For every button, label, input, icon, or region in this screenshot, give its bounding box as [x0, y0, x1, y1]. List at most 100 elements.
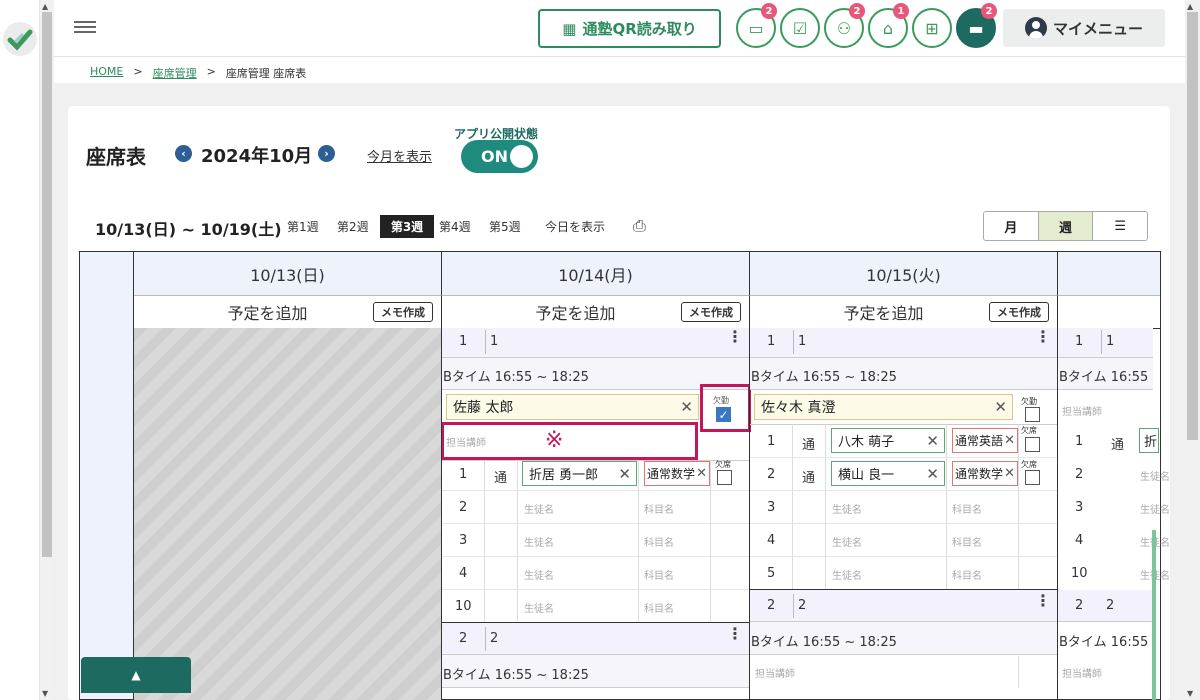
subject-placeholder[interactable]: 科目名 [644, 567, 674, 582]
period-label: Bタイム 16:55 ~ 18:25 [443, 668, 589, 683]
subject-placeholder[interactable]: 科目名 [644, 534, 674, 549]
breadcrumb-home[interactable]: HOME [90, 65, 123, 81]
teacher-placeholder[interactable]: 担当講師 [1062, 403, 1102, 418]
memo-button-mon[interactable]: メモ作成 [681, 302, 741, 322]
remove-subject-icon[interactable]: ✕ [1004, 466, 1015, 481]
period-label: Bタイム 16:55 [1059, 635, 1149, 650]
memo-button-sun[interactable]: メモ作成 [373, 302, 433, 322]
room-number: 1 [767, 334, 776, 349]
seat-no: 2 [767, 467, 776, 482]
teacher-chip-tue[interactable]: 佐々木 真澄 ✕ [754, 394, 1013, 420]
remove-student-icon[interactable]: ✕ [618, 465, 631, 483]
student-placeholder[interactable]: 生徒名 [524, 567, 554, 582]
absent-label: 欠勤 [713, 396, 729, 405]
remove-teacher-icon[interactable]: ✕ [680, 398, 693, 416]
message-badge: 2 [761, 3, 777, 19]
note-mark: ※ [545, 428, 564, 453]
more-options-icon[interactable]: ⋮ [727, 626, 743, 642]
student-placeholder[interactable]: 生徒名 [832, 534, 862, 549]
student-placeholder[interactable]: 生徒名 [524, 600, 554, 615]
student-chip[interactable]: 折居 勇一郎 ✕ [522, 461, 637, 486]
remove-subject-icon[interactable]: ✕ [696, 466, 707, 481]
week-5-tab[interactable]: 第5週 [489, 218, 521, 235]
hamburger-menu-icon[interactable] [74, 18, 96, 36]
add-schedule-row-wed [1058, 296, 1160, 329]
subject-placeholder[interactable]: 科目名 [644, 501, 674, 516]
more-options-icon[interactable]: ⋮ [727, 329, 743, 345]
add-schedule-sun[interactable]: 予定を追加 [227, 300, 307, 324]
subject-chip[interactable]: 通常数学 ✕ [644, 461, 710, 486]
teacher-absent-checkbox[interactable]: ✓ [716, 407, 731, 422]
subject-placeholder[interactable]: 科目名 [952, 501, 982, 516]
subject-chip[interactable]: 通常数学 ✕ [952, 461, 1018, 486]
student-placeholder[interactable]: 生徒名 [832, 501, 862, 516]
left-scrollbar[interactable]: ▲ ▼ [40, 0, 54, 700]
week-view-button[interactable]: 週 [1038, 212, 1094, 240]
next-month-icon[interactable]: › [318, 145, 335, 162]
list-view-button[interactable]: ☰ [1093, 212, 1147, 240]
week-1-tab[interactable]: 第1週 [287, 218, 319, 235]
student-placeholder[interactable]: 生徒名 [524, 501, 554, 516]
my-menu-button[interactable]: マイメニュー [1003, 9, 1165, 47]
show-today-button[interactable]: 今日を表示 [545, 218, 605, 235]
subject-chip[interactable]: 通常英語 ✕ [952, 428, 1018, 453]
teacher-chip-mon[interactable]: 佐藤 太郎 ✕ [446, 394, 699, 420]
gift-button[interactable]: ⊞ [912, 8, 952, 48]
seat-no: 1 [1075, 434, 1084, 449]
week-4-tab[interactable]: 第4週 [439, 218, 471, 235]
add-schedule-mon[interactable]: 予定を追加 [535, 300, 615, 324]
teacher-placeholder[interactable]: 担当講師 [1062, 665, 1102, 680]
month-view-button[interactable]: 月 [984, 212, 1039, 240]
remove-subject-icon[interactable]: ✕ [1004, 433, 1015, 448]
student-placeholder[interactable]: 生徒名 [1140, 501, 1170, 516]
publish-toggle[interactable]: ON [461, 140, 538, 173]
qr-scan-button[interactable]: ▦ 通塾QR読み取り [538, 9, 721, 48]
teacher-placeholder[interactable]: 担当講師 [755, 665, 795, 680]
memo-button-tue[interactable]: メモ作成 [989, 302, 1049, 322]
subject-placeholder[interactable]: 科目名 [952, 567, 982, 582]
absent-seat-label: 欠席 [1021, 460, 1037, 469]
student-chip[interactable]: 横山 良一 ✕ [831, 461, 945, 486]
view-switcher: 月 週 ☰ [983, 211, 1148, 241]
page-scrollbar[interactable]: ▲ ▼ [1185, 0, 1200, 700]
subject-placeholder[interactable]: 科目名 [644, 600, 674, 615]
app-logo[interactable] [3, 22, 37, 56]
teacher-absent-checkbox[interactable] [1025, 407, 1040, 422]
chat-button[interactable]: ▬ 2 [956, 3, 997, 48]
add-schedule-row-mon: 予定を追加 メモ作成 [442, 296, 750, 329]
student-absent-checkbox[interactable] [717, 470, 732, 485]
breadcrumb: HOME > 座席管理 > 座席管理 座席表 [90, 65, 307, 81]
add-schedule-tue[interactable]: 予定を追加 [843, 300, 923, 324]
more-options-icon[interactable]: ⋮ [1035, 593, 1051, 609]
show-this-month-link[interactable]: 今月を表示 [367, 146, 432, 165]
checklist-button[interactable]: ☑ [780, 8, 820, 48]
student-placeholder[interactable]: 生徒名 [1140, 468, 1170, 483]
student-absent-checkbox[interactable] [1025, 470, 1040, 485]
student-placeholder[interactable]: 生徒名 [832, 567, 862, 582]
inner-scroll-indicator[interactable] [1152, 530, 1156, 700]
remove-student-icon[interactable]: ✕ [926, 432, 939, 450]
print-icon[interactable]: ⎙ [633, 216, 646, 236]
remove-student-icon[interactable]: ✕ [926, 465, 939, 483]
teacher-placeholder[interactable]: 担当講師 [446, 434, 486, 449]
breadcrumb-seat-management[interactable]: 座席管理 [153, 65, 197, 81]
left-sidebar [0, 0, 40, 700]
scroll-top-button[interactable]: ▲ [81, 657, 191, 693]
more-options-icon[interactable]: ⋮ [1035, 329, 1051, 345]
message-button[interactable]: ▭ 2 [736, 3, 777, 48]
week-3-tab[interactable]: 第3週 [380, 215, 434, 238]
subject-placeholder[interactable]: 科目名 [952, 534, 982, 549]
school-icon: ⌂ [882, 18, 894, 38]
checklist-icon: ☑ [792, 18, 808, 38]
student-absent-checkbox[interactable] [1025, 437, 1040, 452]
chat-icon: ▬ [968, 18, 984, 38]
student-chip[interactable]: 八木 萌子 ✕ [831, 428, 945, 453]
student-placeholder[interactable]: 生徒名 [524, 534, 554, 549]
students-button[interactable]: ⚇ 2 [824, 3, 865, 48]
student-chip[interactable]: 折 [1139, 428, 1159, 453]
remove-teacher-icon[interactable]: ✕ [994, 398, 1007, 416]
week-2-tab[interactable]: 第2週 [337, 218, 369, 235]
room-name: 1 [490, 334, 499, 349]
prev-month-icon[interactable]: ‹ [175, 145, 192, 162]
school-button[interactable]: ⌂ 1 [868, 3, 909, 48]
